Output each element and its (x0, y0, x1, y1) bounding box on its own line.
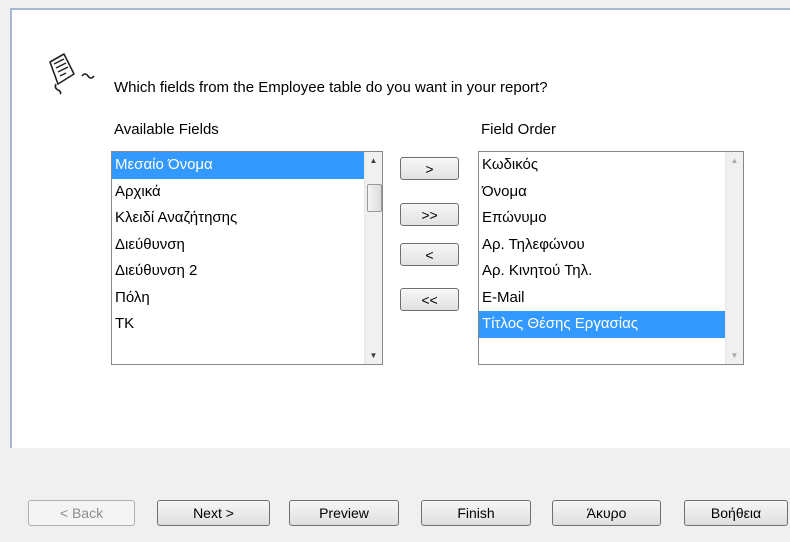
scroll-down-icon: ▼ (730, 351, 739, 360)
list-item[interactable]: ΤΚ (112, 311, 364, 338)
back-button[interactable]: < Back (28, 500, 135, 526)
cancel-button[interactable]: Άκυρο (552, 500, 661, 526)
available-fields-scrollbar[interactable]: ▲ ▼ (364, 152, 382, 364)
preview-button[interactable]: Preview (289, 500, 399, 526)
scroll-down-icon[interactable]: ▼ (365, 347, 382, 364)
list-item[interactable]: E-Mail (479, 285, 725, 312)
list-item[interactable]: Αρ. Κινητού Τηλ. (479, 258, 725, 285)
list-item[interactable]: Αρ. Τηλεφώνου (479, 232, 725, 259)
list-item[interactable]: Κωδικός (479, 152, 725, 179)
list-item[interactable]: Μεσαίο Όνομα (112, 152, 364, 179)
list-item[interactable]: Αρχικά (112, 179, 364, 206)
available-fields-label: Available Fields (114, 121, 219, 138)
add-all-fields-button[interactable]: >> (400, 203, 459, 226)
list-item[interactable]: Διεύθυνση 2 (112, 258, 364, 285)
field-order-scrollbar: ▲ ▼ (725, 152, 743, 364)
remove-field-button[interactable]: < (400, 243, 459, 266)
add-field-button[interactable]: > (400, 157, 459, 180)
wizard-question: Which fields from the Employee table do … (114, 79, 548, 96)
field-order-label: Field Order (481, 121, 557, 138)
next-button[interactable]: Next > (157, 500, 270, 526)
list-item[interactable]: Τίτλος Θέσης Εργασίας (479, 311, 725, 338)
list-item[interactable]: Επώνυμο (479, 205, 725, 232)
finish-button[interactable]: Finish (421, 500, 531, 526)
scroll-thumb[interactable] (367, 184, 382, 212)
scroll-up-icon[interactable]: ▲ (365, 152, 382, 169)
help-button[interactable]: Βοήθεια (684, 500, 788, 526)
available-fields-list[interactable]: Μεσαίο Όνομα Αρχικά Κλειδί Αναζήτησης Διεύθ… (111, 151, 383, 365)
scroll-up-icon: ▲ (730, 156, 739, 165)
field-order-list[interactable]: Κωδικός Όνομα Επώνυμο Αρ. Τηλεφώνου Αρ. Κινη… (478, 151, 744, 365)
remove-all-fields-button[interactable]: << (400, 288, 459, 311)
list-item[interactable]: Κλειδί Αναζήτησης (112, 205, 364, 232)
list-item[interactable]: Διεύθυνση (112, 232, 364, 259)
list-item[interactable]: Πόλη (112, 285, 364, 312)
report-wizard-icon (49, 53, 95, 95)
list-item[interactable]: Όνομα (479, 179, 725, 206)
